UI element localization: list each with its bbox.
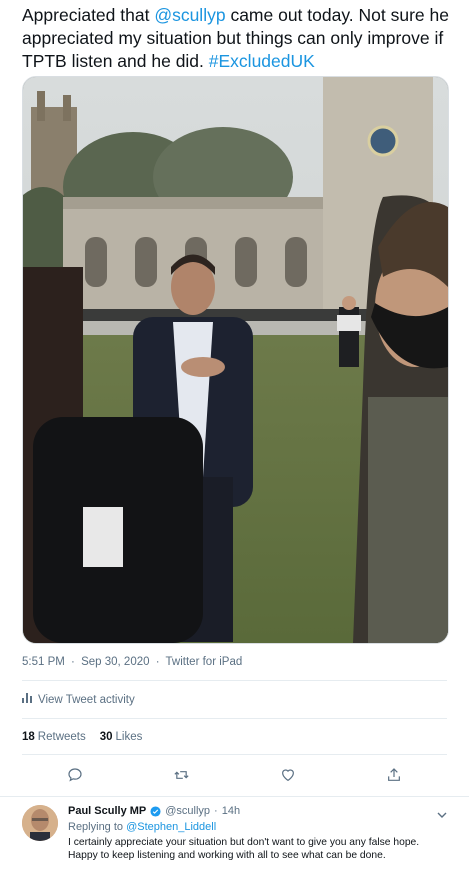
reply-button[interactable]	[64, 764, 86, 786]
reply-header: Paul Scully MP @scullyp · 14h	[68, 805, 240, 817]
bar-chart-icon	[22, 693, 32, 706]
retweet-button[interactable]	[170, 764, 192, 786]
divider	[22, 754, 447, 755]
tweet-time[interactable]: 5:51 PM	[22, 656, 65, 668]
tweet-stats: 18 Retweets 30 Likes	[22, 731, 142, 743]
reply-tweet[interactable]: Paul Scully MP @scullyp · 14h Replying t…	[0, 796, 469, 889]
avatar[interactable]	[22, 805, 58, 841]
reply-author-handle[interactable]: @scullyp	[165, 805, 210, 817]
retweets-count: 18	[22, 731, 35, 743]
verified-badge-icon	[150, 805, 161, 817]
retweets-label: Retweets	[37, 731, 86, 743]
tweet-meta: 5:51 PM · Sep 30, 2020 · Twitter for iPa…	[22, 656, 245, 668]
chevron-down-icon	[437, 812, 447, 818]
retweets-stat[interactable]: 18 Retweets	[22, 731, 86, 743]
meta-separator-2: ·	[155, 656, 160, 668]
replying-to-link[interactable]: @Stephen_Liddell	[126, 821, 216, 833]
tweet-text: Appreciated that @scullyp came out today…	[22, 4, 452, 73]
likes-count: 30	[99, 731, 113, 743]
tweet-source[interactable]: Twitter for iPad	[166, 656, 243, 668]
reply-text: I certainly appreciate your situation bu…	[68, 837, 420, 862]
share-icon	[387, 768, 400, 781]
divider	[22, 718, 447, 719]
reply-separator: ·	[214, 805, 218, 817]
replying-to: Replying to @Stephen_Liddell	[68, 821, 216, 833]
tweet-actions	[22, 762, 447, 788]
tweet-photo[interactable]	[22, 76, 449, 644]
tweet-text-part1: Appreciated that	[22, 5, 155, 25]
likes-stat[interactable]: 30 Likes	[100, 731, 143, 743]
photo-scene	[23, 77, 448, 643]
view-activity-link[interactable]: View Tweet activity	[22, 693, 135, 706]
like-button[interactable]	[277, 764, 299, 786]
comment-icon	[68, 768, 82, 782]
replying-prefix: Replying to	[68, 821, 127, 833]
retweet-icon	[174, 771, 189, 779]
reply-time[interactable]: 14h	[222, 805, 240, 817]
share-button[interactable]	[383, 764, 405, 786]
tweet-date[interactable]: Sep 30, 2020	[81, 656, 149, 668]
hashtag-link[interactable]: #ExcludedUK	[209, 51, 315, 71]
divider	[22, 680, 447, 681]
meta-separator-1: ·	[71, 656, 75, 668]
view-activity-label: View Tweet activity	[38, 693, 135, 706]
heart-icon	[281, 769, 294, 782]
more-options-button[interactable]	[437, 807, 447, 825]
likes-label: Likes	[115, 731, 143, 743]
mention-link[interactable]: @scullyp	[154, 5, 225, 25]
reply-author-name[interactable]: Paul Scully MP	[68, 805, 146, 817]
